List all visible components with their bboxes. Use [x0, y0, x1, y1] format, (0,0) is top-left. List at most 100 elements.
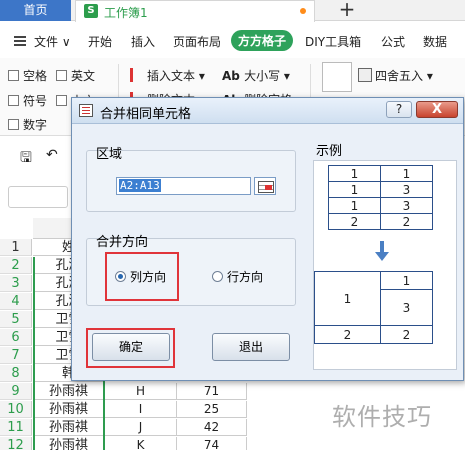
menu-file[interactable]: 文件 ∨ — [34, 33, 71, 50]
checkbox-english-label: 英文 — [71, 69, 96, 83]
checkbox-space[interactable]: 空格 — [8, 67, 47, 84]
table-cell[interactable]: 孙雨祺 — [33, 437, 105, 450]
checkbox-number[interactable]: 数字 — [8, 116, 47, 133]
row-number[interactable]: 6 — [0, 329, 32, 346]
checkbox-symbol[interactable]: 符号 — [8, 92, 47, 109]
example-cell: 1 — [328, 165, 381, 182]
row-number[interactable]: 12 — [0, 437, 32, 450]
name-box[interactable] — [8, 186, 68, 208]
convert-icon[interactable] — [322, 62, 352, 92]
dialog-titlebar[interactable]: 合并相同单元格 ? X — [72, 98, 463, 124]
example-cell: 2 — [380, 213, 433, 230]
menu-fangfang-grid[interactable]: 方方格子 — [231, 30, 294, 51]
example-panel: 11 13 13 22 11 3 22 — [313, 160, 457, 370]
radio-unchecked-icon — [212, 271, 223, 282]
example-cell: 1 — [314, 271, 381, 326]
table-cell[interactable]: 25 — [177, 401, 247, 418]
example-cell: 1 — [328, 181, 381, 198]
row-number[interactable]: 2 — [0, 257, 32, 274]
menu-data[interactable]: 数据 — [423, 33, 447, 50]
menu-icon[interactable] — [14, 36, 26, 46]
menu-formula[interactable]: 公式 — [381, 33, 405, 50]
arrow-down-icon — [374, 241, 390, 263]
range-select-icon[interactable] — [254, 177, 276, 195]
table-cell[interactable]: 孙雨祺 — [33, 419, 105, 436]
table-cell[interactable]: H — [105, 383, 177, 400]
case-icon: Ab — [222, 69, 245, 83]
example-cell: 1 — [380, 271, 433, 290]
dialog-title: 合并相同单元格 — [100, 107, 192, 122]
table-cell[interactable]: 42 — [177, 419, 247, 436]
menu-insert[interactable]: 插入 — [131, 33, 155, 50]
example-after-table: 11 3 22 — [314, 271, 433, 344]
row-number[interactable]: 3 — [0, 275, 32, 292]
example-cell: 1 — [328, 197, 381, 214]
title-tab-bar: 首页 S 工作簿1 + — [0, 0, 465, 22]
watermark: 软件技巧 — [332, 403, 432, 431]
radio-row-label: 行方向 — [227, 270, 264, 284]
table-cell[interactable]: 孙雨祺 — [33, 383, 105, 400]
row-number[interactable]: 7 — [0, 347, 32, 364]
unsaved-dot-icon — [300, 8, 306, 14]
help-button[interactable]: ? — [386, 101, 412, 118]
range-value: A2:A13 — [119, 179, 161, 192]
example-cell: 1 — [380, 165, 433, 182]
table-cell[interactable]: 孙雨祺 — [33, 401, 105, 418]
merge-cells-dialog: 合并相同单元格 ? X 区域 A2:A13 合并方向 列方向 行方向 确定 退出… — [71, 97, 464, 381]
tab-workbook-label: 工作簿1 — [104, 6, 148, 20]
example-before-table: 11 13 13 22 — [328, 165, 433, 230]
row-number[interactable]: 5 — [0, 311, 32, 328]
insert-text-icon — [130, 68, 144, 82]
undo-icon[interactable]: ↶ — [46, 147, 58, 163]
example-cell: 2 — [314, 325, 381, 344]
example-label: 示例 — [316, 144, 343, 159]
row-number[interactable]: 9 — [0, 383, 32, 400]
round-icon — [358, 68, 372, 82]
checkbox-number-label: 数字 — [23, 118, 48, 132]
save-icon[interactable]: 🖫 — [20, 147, 32, 171]
dialog-app-icon — [79, 104, 93, 117]
case-button[interactable]: Ab 大小写 ▾ — [222, 67, 290, 84]
example-cell: 3 — [380, 289, 433, 326]
radio-column-direction[interactable]: 列方向 — [115, 268, 166, 285]
row-number[interactable]: 10 — [0, 401, 32, 418]
table-cell[interactable]: K — [105, 437, 177, 450]
radio-column-label: 列方向 — [130, 270, 167, 284]
table-cell[interactable]: 71 — [177, 383, 247, 400]
insert-text-button[interactable]: 插入文本 ▾ — [130, 67, 205, 84]
checkbox-english[interactable]: 英文 — [56, 67, 95, 84]
tab-workbook[interactable]: S 工作簿1 — [75, 0, 315, 22]
range-input[interactable]: A2:A13 — [116, 177, 251, 195]
example-cell: 2 — [328, 213, 381, 230]
table-cell[interactable]: I — [105, 401, 177, 418]
round-button[interactable]: 四舍五入 ▾ — [358, 67, 433, 84]
close-button[interactable]: X — [416, 101, 458, 118]
round-label: 四舍五入 — [375, 69, 424, 83]
menu-start[interactable]: 开始 — [88, 33, 112, 50]
direction-label: 合并方向 — [96, 235, 149, 250]
example-cell: 3 — [380, 181, 433, 198]
checkbox-space-label: 空格 — [23, 69, 48, 83]
menu-page-layout[interactable]: 页面布局 — [173, 33, 221, 50]
row-number[interactable]: 1 — [0, 239, 32, 256]
menu-diy-toolbox[interactable]: DIY工具箱 — [305, 33, 361, 50]
exit-button[interactable]: 退出 — [212, 333, 290, 361]
radio-row-direction[interactable]: 行方向 — [212, 268, 263, 285]
row-number[interactable]: 4 — [0, 293, 32, 310]
table-cell[interactable]: J — [105, 419, 177, 436]
ok-button[interactable]: 确定 — [92, 333, 170, 361]
row-number[interactable]: 8 — [0, 365, 32, 382]
case-label: 大小写 — [244, 69, 281, 83]
new-tab-button[interactable]: + — [336, 0, 358, 21]
table-cell[interactable]: 74 — [177, 437, 247, 450]
tab-home[interactable]: 首页 — [0, 0, 71, 21]
area-label: 区域 — [96, 147, 123, 162]
row-number[interactable]: 11 — [0, 419, 32, 436]
checkbox-symbol-label: 符号 — [23, 94, 48, 108]
menu-bar: 文件 ∨ 开始 插入 页面布局 方方格子 DIY工具箱 公式 数据 — [0, 28, 465, 56]
example-cell: 2 — [380, 325, 433, 344]
menu-file-label: 文件 — [34, 35, 59, 49]
radio-checked-icon — [115, 271, 126, 282]
spreadsheet-icon: S — [84, 4, 98, 18]
example-cell: 3 — [380, 197, 433, 214]
